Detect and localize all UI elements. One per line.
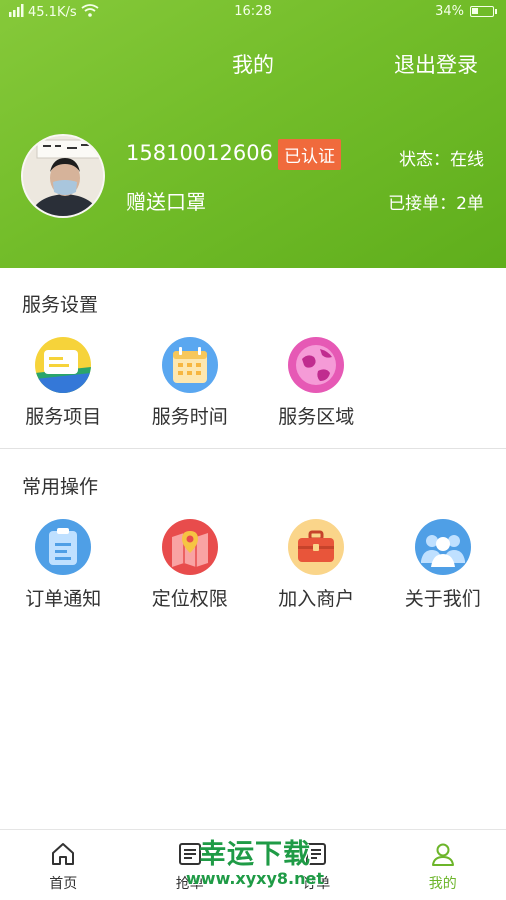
tab-profile[interactable]: 我的 bbox=[380, 830, 506, 900]
home-icon bbox=[52, 843, 75, 865]
service-time-button[interactable]: 服务时间 bbox=[127, 337, 254, 429]
location-permission-button[interactable]: 定位权限 bbox=[127, 519, 254, 611]
grab-order-icon bbox=[178, 843, 201, 865]
people-icon bbox=[414, 519, 471, 575]
calendar-icon bbox=[161, 337, 218, 393]
tab-orders[interactable]: 订单 bbox=[253, 830, 380, 900]
about-us-button[interactable]: 关于我们 bbox=[380, 519, 506, 611]
clock: 16:28 bbox=[234, 4, 272, 19]
online-status: 状态：在线 bbox=[399, 150, 484, 170]
grid-label: 服务项目 bbox=[25, 406, 102, 428]
grid-label: 服务区域 bbox=[278, 406, 355, 428]
orders-taken: 已接单：2单 bbox=[388, 194, 484, 214]
grid-label: 加入商户 bbox=[278, 588, 355, 610]
section-title-service-settings: 服务设置 bbox=[22, 294, 99, 316]
verified-badge: 已认证 bbox=[278, 139, 341, 170]
order-notice-icon bbox=[35, 519, 92, 575]
section-divider bbox=[0, 448, 506, 449]
briefcase-icon bbox=[288, 519, 345, 575]
tab-label: 抢单 bbox=[175, 876, 204, 892]
service-items-button[interactable]: 服务项目 bbox=[0, 337, 127, 429]
orders-icon bbox=[306, 843, 327, 865]
order-notice-button[interactable]: 订单通知 bbox=[0, 519, 127, 611]
grid-label: 关于我们 bbox=[404, 588, 481, 610]
tab-home[interactable]: 首页 bbox=[0, 830, 127, 900]
tab-label: 首页 bbox=[49, 876, 78, 892]
service-settings-grid: 服务项目 服务时间 服务区域 bbox=[0, 337, 506, 429]
service-area-button[interactable]: 服务区域 bbox=[253, 337, 380, 429]
bottom-tab-bar: 首页 抢单 订单 我的 bbox=[0, 829, 506, 900]
tab-label: 订单 bbox=[302, 876, 331, 892]
battery-percent: 34% bbox=[435, 4, 464, 19]
grid-label: 定位权限 bbox=[151, 588, 228, 610]
common-actions-grid: 订单通知 定位权限 加入商户 关于我们 bbox=[0, 519, 506, 611]
grid-label: 服务时间 bbox=[151, 406, 228, 428]
grid-label: 订单通知 bbox=[25, 588, 102, 610]
location-icon bbox=[161, 519, 218, 575]
logout-button[interactable]: 退出登录 bbox=[394, 49, 478, 79]
tab-grab-order[interactable]: 抢单 bbox=[127, 830, 254, 900]
phone-number: 15810012606 bbox=[126, 141, 273, 165]
service-items-icon bbox=[35, 337, 92, 393]
join-merchant-button[interactable]: 加入商户 bbox=[253, 519, 380, 611]
profile-icon bbox=[431, 843, 454, 866]
status-bar: 45.1K/s 16:28 34% bbox=[0, 4, 506, 22]
avatar[interactable] bbox=[21, 134, 105, 218]
battery-icon bbox=[470, 6, 497, 17]
gift-text: 赠送口罩 bbox=[126, 190, 206, 214]
profile-header: 45.1K/s 16:28 34% 我的 退出登录 15810012606 已认… bbox=[0, 0, 506, 268]
globe-icon bbox=[288, 337, 345, 393]
section-title-common-actions: 常用操作 bbox=[22, 476, 99, 498]
tab-label: 我的 bbox=[428, 876, 457, 892]
